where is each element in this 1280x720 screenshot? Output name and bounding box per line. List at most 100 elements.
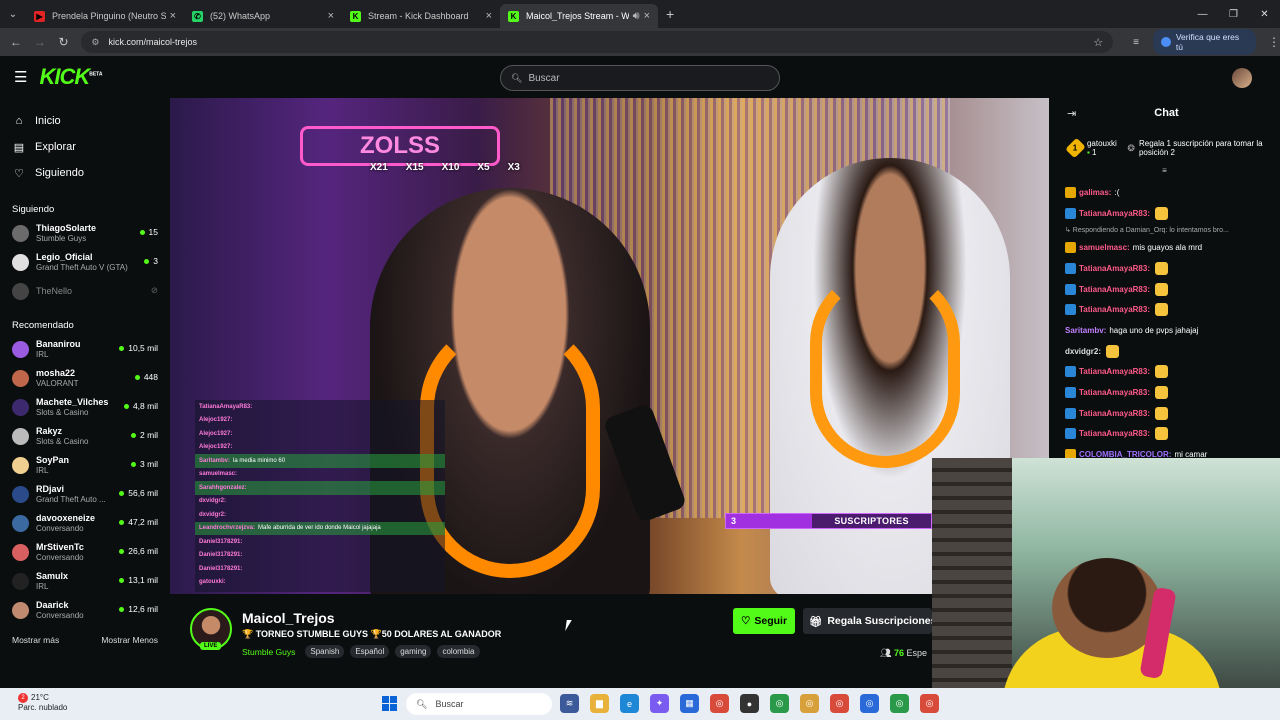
chat-message: TatianaAmayaR83: xyxy=(1065,382,1280,403)
chat-username[interactable]: TatianaAmayaR83: xyxy=(1079,264,1150,273)
channel-item[interactable]: Samulx IRL 13,1 mil xyxy=(0,567,170,596)
back-button[interactable]: ← xyxy=(4,35,28,49)
channel-name: Bananirou xyxy=(36,339,81,349)
follow-button[interactable]: ♡ Seguir xyxy=(733,608,795,634)
chat-username[interactable]: dxvidgr2: xyxy=(1065,347,1101,356)
nav-item-siguiendo[interactable]: ♡ Siguiendo xyxy=(0,160,170,186)
user-avatar[interactable] xyxy=(1232,68,1252,88)
omnibox[interactable]: ⚙ kick.com/maicol-trejos ☆ xyxy=(81,31,1114,53)
new-tab-button[interactable]: + xyxy=(666,6,674,22)
stream-tag[interactable]: gaming xyxy=(395,645,432,658)
show-more-button[interactable]: Mostrar más xyxy=(12,635,59,645)
channel-item[interactable]: Daarick Conversando 12,6 mil xyxy=(0,596,170,625)
stream-tag[interactable]: Español xyxy=(350,645,390,658)
category-link[interactable]: Stumble Guys xyxy=(242,647,295,657)
kick-logo[interactable]: KICKBETA xyxy=(39,64,102,90)
chrome-icon[interactable]: ◎ xyxy=(830,694,849,713)
weather-widget[interactable]: 2 21°C Parc. nublado xyxy=(18,693,67,713)
channel-item[interactable]: SoyPan IRL 3 mil xyxy=(0,451,170,480)
copilot-icon[interactable]: ✦ xyxy=(650,694,669,713)
chat-username[interactable]: Saritambv: xyxy=(1065,326,1106,335)
emote-icon xyxy=(1155,427,1168,441)
overlay-chat-line: Alejoc1927: xyxy=(195,427,445,441)
obs-icon[interactable]: ● xyxy=(740,694,759,713)
chrome-icon[interactable]: ◎ xyxy=(770,694,789,713)
chrome-icon[interactable]: ◎ xyxy=(920,694,939,713)
chrome-icon[interactable]: ◎ xyxy=(710,694,729,713)
pinned-user: gatouxki ▪ 1 xyxy=(1087,139,1127,157)
chat-username[interactable]: samuelmasc: xyxy=(1079,243,1130,252)
close-tab-icon[interactable]: × xyxy=(328,10,334,22)
stream-tag[interactable]: colombia xyxy=(437,645,480,658)
chrome-icon[interactable]: ◎ xyxy=(860,694,879,713)
minimize-icon[interactable]: — xyxy=(1187,0,1218,28)
channel-item[interactable]: MrStivenTc Conversando 26,6 mil xyxy=(0,538,170,567)
close-tab-icon[interactable]: × xyxy=(486,10,492,22)
chat-filter-icon[interactable]: ≡ xyxy=(1049,166,1280,178)
nav-item-inicio[interactable]: ⌂ Inicio xyxy=(0,108,170,134)
gift-subs-button[interactable]: 🎁︎ Regala Suscripciones xyxy=(803,608,932,634)
show-less-button[interactable]: Mostrar Menos xyxy=(101,635,158,645)
chat-username[interactable]: TatianaAmayaR83: xyxy=(1079,305,1150,314)
channel-item[interactable]: TheNello ⊘ xyxy=(0,277,170,306)
restore-icon[interactable]: ❐ xyxy=(1218,0,1249,28)
stream-tag[interactable]: Spanish xyxy=(305,645,345,658)
collapse-chat-icon[interactable]: ⇥ xyxy=(1067,107,1076,120)
forward-button[interactable]: → xyxy=(28,35,52,49)
pinned-gift-banner[interactable]: 1 gatouxki ▪ 1 ❂ Regala 1 suscripción par… xyxy=(1065,136,1270,160)
audio-icon[interactable]: 🔊︎ xyxy=(633,10,640,23)
emote-icon xyxy=(1155,261,1168,275)
chrome-icon[interactable]: ◎ xyxy=(890,694,909,713)
browser-tab[interactable]: K Maicol_Trejos Stream - Wat 🔊︎ × xyxy=(500,4,658,28)
windows-start-icon[interactable] xyxy=(382,696,397,711)
chat-username[interactable]: TatianaAmayaR83: xyxy=(1079,388,1150,397)
browser-tab[interactable]: K Stream - Kick Dashboard × xyxy=(342,4,500,28)
browser-tab[interactable]: ▶ Prendela Pinguino (Neutro Sho × xyxy=(26,4,184,28)
store-icon[interactable]: ▦ xyxy=(680,694,699,713)
viewer-count: 448 xyxy=(134,372,158,382)
browser-tab[interactable]: ✆ (52) WhatsApp × xyxy=(184,4,342,28)
channel-item[interactable]: Bananirou IRL 10,5 mil xyxy=(0,335,170,364)
hamburger-menu-icon[interactable]: ☰ xyxy=(14,68,27,86)
channel-item[interactable]: Rakyz Slots & Casino 2 mil xyxy=(0,422,170,451)
reload-button[interactable]: ↻ xyxy=(52,35,76,49)
chrome-icon[interactable]: ◎ xyxy=(800,694,819,713)
edge-icon[interactable]: e xyxy=(620,694,639,713)
chat-username[interactable]: TatianaAmayaR83: xyxy=(1079,409,1150,418)
channel-item[interactable]: RDjavi Grand Theft Auto ... 56,6 mil xyxy=(0,480,170,509)
chat-username[interactable]: TatianaAmayaR83: xyxy=(1079,285,1150,294)
bookmark-star-icon[interactable]: ☆ xyxy=(1093,36,1103,49)
nav-label: Explorar xyxy=(35,141,76,153)
media-control-icon[interactable]: ≡ xyxy=(1133,37,1139,48)
close-window-icon[interactable]: ✕ xyxy=(1249,0,1280,28)
search-input[interactable]: 🔍︎ Buscar xyxy=(500,65,780,91)
verify-button[interactable]: Verifica que eres tú xyxy=(1152,29,1256,55)
tab-search-button[interactable]: ⌄ xyxy=(0,0,26,28)
chat-username[interactable]: TatianaAmayaR83: xyxy=(1079,429,1150,438)
chat-badge-icon xyxy=(1065,186,1076,198)
taskbar-search[interactable]: 🔍︎ Buscar xyxy=(406,693,552,715)
nav-item-explorar[interactable]: ▤ Explorar xyxy=(0,134,170,160)
folder-icon[interactable]: ▆ xyxy=(590,694,609,713)
chat-username[interactable]: TatianaAmayaR83: xyxy=(1079,367,1150,376)
channel-name: Legio_Oficial xyxy=(36,252,93,262)
channel-item[interactable]: mosha22 VALORANT 448 xyxy=(0,364,170,393)
browser-menu-icon[interactable]: ⋮ xyxy=(1268,35,1280,49)
channel-avatar xyxy=(12,341,29,358)
channel-item[interactable]: ThiagoSolarte Stumble Guys 15 xyxy=(0,219,170,248)
close-tab-icon[interactable]: × xyxy=(644,10,650,22)
chat-username[interactable]: galimas: xyxy=(1079,188,1111,197)
chat-username[interactable]: TatianaAmayaR83: xyxy=(1079,209,1150,218)
channel-item[interactable]: davooxeneize Conversando 47,2 mil xyxy=(0,509,170,538)
webcam-overlay xyxy=(932,458,1280,688)
close-tab-icon[interactable]: × xyxy=(170,10,176,22)
live-badge: LIVE xyxy=(200,642,222,650)
channel-avatar xyxy=(12,573,29,590)
channel-name[interactable]: Maicol_Trejos xyxy=(242,610,335,626)
site-info-icon[interactable]: ⚙ xyxy=(91,37,99,48)
news-icon[interactable]: ≋ xyxy=(560,694,579,713)
overlay-chat-line: Daniel3178291: xyxy=(195,549,445,563)
channel-item[interactable]: Legio_Oficial Grand Theft Auto V (GTA) 3 xyxy=(0,248,170,277)
channel-text: Legio_Oficial Grand Theft Auto V (GTA) xyxy=(36,252,128,273)
channel-item[interactable]: Machete_Vilches Slots & Casino 4,8 mil xyxy=(0,393,170,422)
